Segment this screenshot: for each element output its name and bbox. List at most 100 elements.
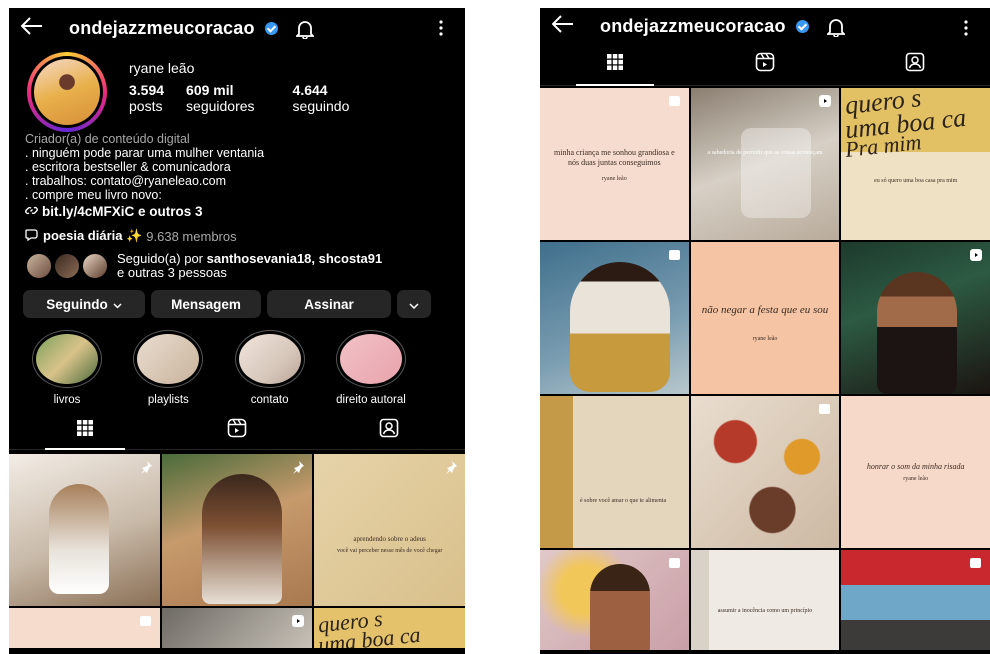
tab-reels[interactable]	[690, 44, 840, 85]
stat-label: posts	[129, 98, 163, 114]
post-thumbnail[interactable]	[841, 242, 990, 394]
post-thumbnail[interactable]	[9, 454, 160, 606]
post-thumbnail[interactable]: honrar o som da minha risada ryane leão	[841, 396, 990, 548]
posts-grid: aprendendo sobre o adeus você vai perceb…	[9, 454, 465, 648]
bio-link[interactable]: bit.ly/4cMFXiC e outros 3	[25, 204, 449, 220]
highlight-contato[interactable]: contato	[228, 330, 312, 406]
reels-icon	[227, 418, 247, 443]
post-thumbnail[interactable]	[540, 242, 689, 394]
followed-prefix: Seguido(a) por	[117, 251, 207, 266]
post-thumbnail[interactable]	[161, 608, 313, 648]
followed-by[interactable]: Seguido(a) por santhosevania18, shcosta9…	[9, 252, 465, 280]
highlight-label: playlists	[147, 394, 189, 406]
bio-line: . escritora bestseller & comunicadora	[25, 160, 231, 174]
stat-following[interactable]: 4.644 seguindo	[293, 82, 350, 114]
post-text: eu só quero uma boa casa pra mim	[874, 178, 958, 184]
post-thumbnail[interactable]	[9, 608, 160, 648]
back-arrow-icon[interactable]	[20, 15, 51, 41]
post-thumbnail[interactable]: quero s uma boa ca	[314, 608, 465, 648]
posts-grid: minha criança me sonhou grandiosa e nós …	[540, 88, 990, 650]
post-glass	[740, 128, 811, 218]
message-button[interactable]: Mensagem	[151, 290, 261, 318]
post-thumbnail[interactable]	[540, 550, 689, 650]
bio-line: . trabalhos: contato@ryaneleao.com	[25, 174, 226, 188]
mutual-avatar	[53, 252, 81, 280]
post-figure	[590, 564, 650, 650]
post-thumbnail[interactable]	[161, 454, 313, 606]
bell-icon[interactable]	[295, 19, 314, 39]
following-button[interactable]: Seguindo	[23, 290, 145, 318]
following-label: Seguindo	[46, 296, 108, 312]
subscribe-button[interactable]: Assinar	[267, 290, 391, 318]
tagged-icon	[905, 52, 925, 77]
post-text: assumir a inocência como um princípio	[717, 608, 813, 614]
profile-handle: ondejazzmeucoracao	[600, 15, 786, 36]
stat-number: 609 mil	[186, 82, 234, 98]
reel-icon	[818, 94, 832, 113]
carousel-icon	[668, 94, 682, 112]
post-thumbnail[interactable]	[841, 550, 990, 650]
highlight-image	[238, 334, 301, 384]
stat-posts[interactable]: 3.594 posts	[129, 82, 164, 114]
carousel-icon	[139, 614, 153, 632]
bell-icon[interactable]	[826, 17, 845, 37]
pin-icon	[444, 460, 458, 479]
more-options-icon[interactable]	[439, 20, 443, 36]
suggested-button[interactable]	[397, 290, 431, 318]
more-options-icon[interactable]	[964, 20, 968, 36]
post-thumbnail[interactable]: minha criança me sonhou grandiosa e nós …	[540, 88, 689, 240]
reels-icon	[755, 52, 775, 77]
grid-icon	[76, 419, 94, 442]
channel-members: 9.638 membros	[146, 228, 237, 244]
link-icon	[25, 204, 38, 220]
tab-grid[interactable]	[540, 44, 690, 86]
profile-header: ryane leão 3.594 posts 609 mil seguidore…	[9, 48, 465, 132]
highlight-livros[interactable]: livros	[25, 330, 109, 406]
verified-badge-icon	[795, 19, 809, 33]
profile-handle: ondejazzmeucoracao	[69, 17, 255, 38]
post-figure	[877, 272, 958, 394]
post-thumbnail[interactable]: quero s uma boa ca Pra mim eu só quero u…	[841, 88, 990, 240]
post-thumbnail[interactable]: é sobre você amar o que te alimenta	[540, 396, 689, 548]
tab-grid[interactable]	[9, 412, 161, 450]
reel-icon	[291, 614, 305, 633]
pin-icon	[291, 460, 305, 479]
top-bar: ondejazzmeucoracao	[540, 8, 990, 44]
post-thumbnail[interactable]: assumir a inocência como um princípio	[690, 550, 840, 650]
post-thumbnail[interactable]	[690, 396, 840, 548]
bio-line: . ninguém pode parar uma mulher ventania	[25, 146, 265, 160]
display-name: ryane leão	[129, 60, 195, 76]
post-thumbnail[interactable]: aprendendo sobre o adeus você vai perceb…	[314, 454, 465, 606]
tab-tagged[interactable]	[313, 412, 465, 449]
post-signature: ryane leão	[903, 476, 929, 482]
top-bar: ondejazzmeucoracao	[9, 8, 465, 48]
highlight-image	[36, 334, 98, 384]
back-arrow-icon[interactable]	[551, 13, 582, 39]
broadcast-channel[interactable]: poesia diária ✨ 9.638 membros	[9, 228, 465, 244]
carousel-icon	[818, 402, 832, 420]
highlight-direito-autoral[interactable]: direito autoral	[329, 330, 413, 406]
mutual-avatar	[25, 252, 53, 280]
bio-line: . compre meu livro novo:	[25, 188, 162, 202]
post-big-text: Pra mim	[844, 129, 923, 162]
highlight-label: direito autoral	[336, 394, 406, 406]
post-text: minha criança me sonhou grandiosa e nós …	[554, 148, 675, 167]
verified-badge-icon	[264, 21, 278, 35]
carousel-icon	[969, 556, 983, 574]
post-thumbnail[interactable]: não negar a festa que eu sou ryane leão	[690, 242, 840, 394]
post-thumbnail[interactable]: a sabedoria de permitir que as coisas ac…	[690, 88, 840, 240]
profile-screen-right: ondejazzmeucoracao minha criança me sonh…	[540, 8, 990, 654]
tab-tagged[interactable]	[840, 44, 990, 85]
tab-reels[interactable]	[161, 412, 313, 449]
avatar[interactable]	[27, 52, 107, 132]
highlight-playlists[interactable]: playlists	[126, 330, 210, 406]
carousel-icon	[668, 248, 682, 266]
post-text: a sabedoria de permitir que as coisas ac…	[707, 150, 823, 156]
post-signature: ryane leão	[752, 336, 778, 342]
highlight-image	[137, 334, 200, 384]
stat-followers[interactable]: 609 mil seguidores	[186, 82, 255, 114]
bio-link-text: bit.ly/4cMFXiC e outros 3	[42, 204, 203, 219]
channel-icon	[25, 228, 39, 244]
tagged-icon	[379, 418, 399, 443]
bio-category: Criador(a) de conteúdo digital	[25, 132, 190, 146]
